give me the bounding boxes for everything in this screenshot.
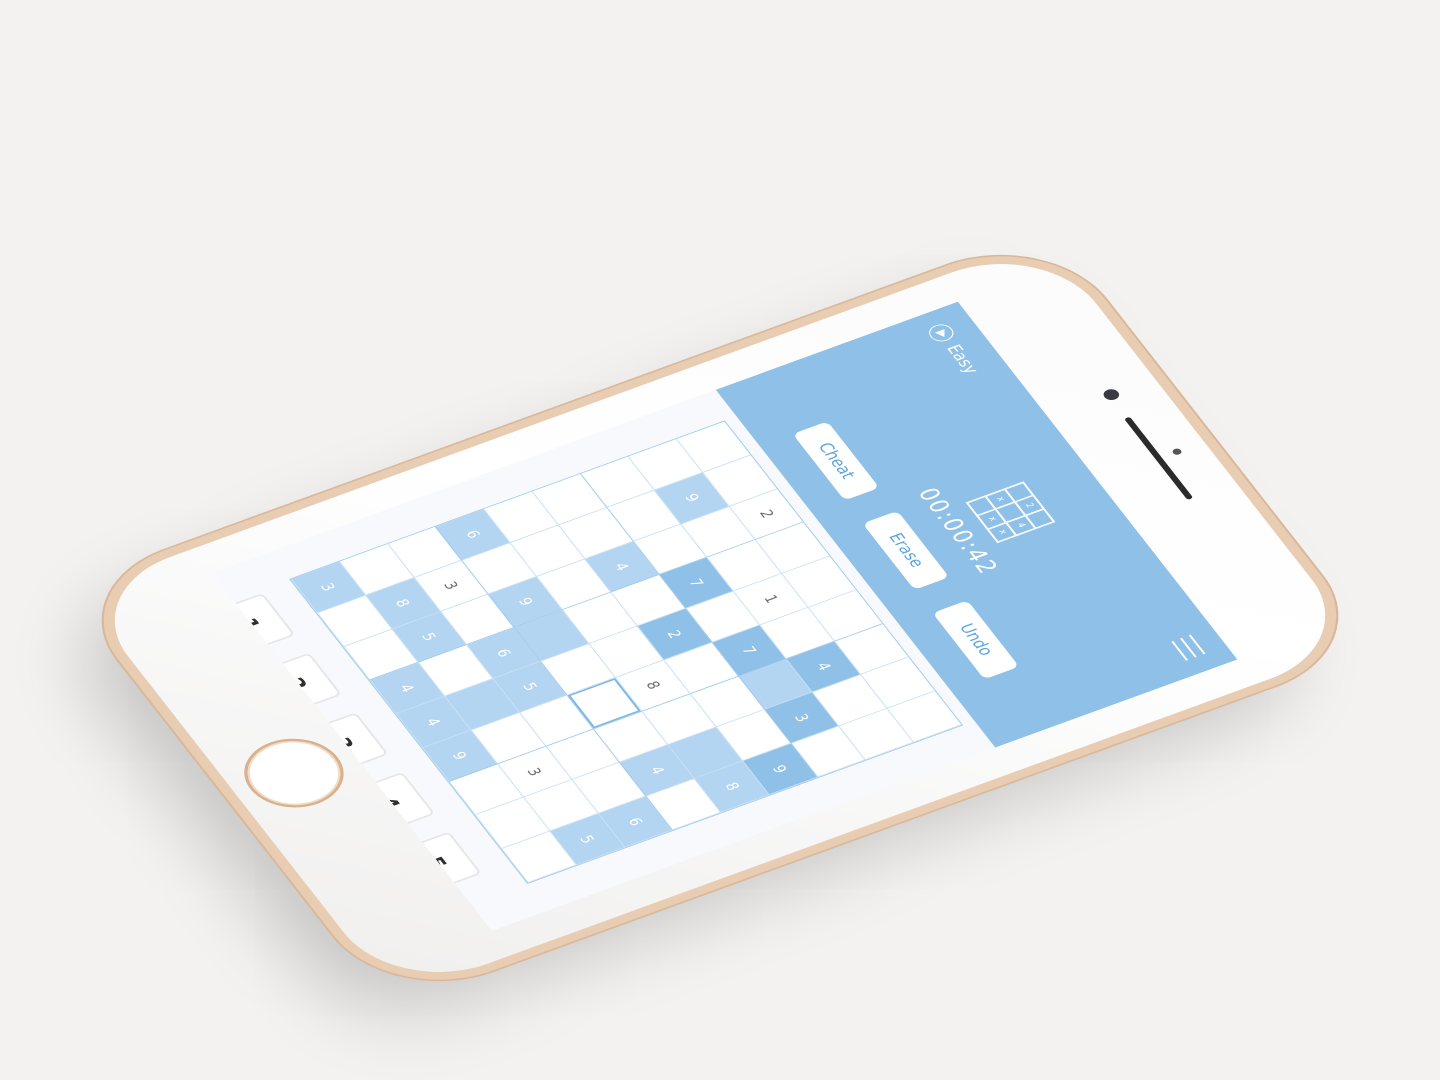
hamburger-menu-icon[interactable] (1171, 634, 1206, 661)
app-screen: Easy 2 x 4 x x 00:00:42 Cheat Erase Undo… (212, 301, 1238, 931)
play-icon (924, 321, 958, 345)
earpiece-speaker (1123, 416, 1194, 501)
phone-body: Easy 2 x 4 x x 00:00:42 Cheat Erase Undo… (77, 238, 1363, 998)
keypad-key-7[interactable]: 7 (212, 680, 265, 745)
keypad-key-6[interactable]: 6 (212, 621, 219, 686)
difficulty-selector[interactable]: Easy (924, 321, 983, 377)
device-mockup: Easy 2 x 4 x x 00:00:42 Cheat Erase Undo… (0, 0, 1440, 1080)
home-button[interactable] (226, 726, 362, 820)
sudoku-logo-icon: 2 x 4 x x (965, 481, 1056, 544)
keypad-key-9[interactable]: 9 (264, 800, 358, 864)
difficulty-label: Easy (941, 342, 983, 377)
keypad-key-2[interactable]: 2 (249, 652, 343, 717)
front-camera-icon (1100, 387, 1122, 402)
proximity-sensor (1171, 447, 1184, 456)
keypad-key-4[interactable]: 4 (342, 771, 436, 836)
keypad-key-5[interactable]: 5 (389, 831, 482, 896)
keypad-key-1[interactable]: 1 (212, 592, 296, 657)
